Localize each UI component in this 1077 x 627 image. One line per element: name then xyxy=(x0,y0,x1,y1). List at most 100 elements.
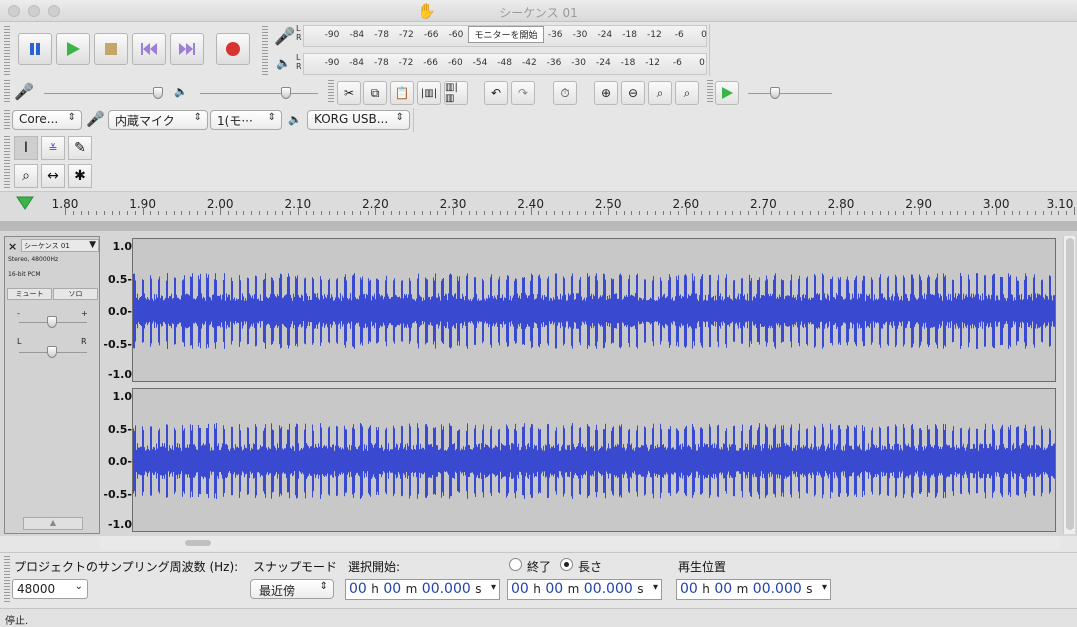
play-head-icon[interactable] xyxy=(16,196,34,210)
paste-button[interactable]: 📋 xyxy=(390,81,414,105)
ruler-tick xyxy=(965,211,967,215)
start-monitoring-button[interactable]: モニターを開始 xyxy=(468,26,544,43)
play-button[interactable] xyxy=(56,33,90,65)
tools-toolbar-grip[interactable] xyxy=(4,136,10,188)
time-shift-tool[interactable]: ↔ xyxy=(41,164,65,188)
ruler-tick xyxy=(119,211,121,215)
ruler-tick xyxy=(833,211,835,215)
meter-tick: -6 xyxy=(674,30,684,40)
selection-tool[interactable]: I xyxy=(14,136,38,160)
play-at-speed-grip[interactable] xyxy=(707,80,713,104)
input-volume-slider[interactable] xyxy=(153,87,163,99)
horizontal-scroll-thumb[interactable] xyxy=(185,540,211,546)
ruler-tick xyxy=(235,211,237,215)
waveform-left-channel[interactable] xyxy=(132,238,1056,382)
ruler-tick xyxy=(80,211,82,215)
ruler-tick xyxy=(755,211,757,215)
waveform-right-channel[interactable] xyxy=(132,388,1056,532)
stop-button[interactable] xyxy=(94,33,128,65)
trim-button[interactable]: |▥| xyxy=(417,81,441,105)
trim-icon: |▥| xyxy=(420,87,438,99)
playback-meter[interactable]: -90 -84 -78 -72 -66 -60 -54 -48 -42 -36 -30 -24 -18-… xyxy=(303,53,707,75)
pause-button[interactable] xyxy=(18,33,52,65)
undo-button[interactable]: ↶ xyxy=(484,81,508,105)
play-speed-slider[interactable] xyxy=(770,87,780,99)
triangle-down-icon: ▾ xyxy=(821,582,827,593)
ruler-tick xyxy=(561,211,563,215)
zoom-in-button[interactable]: ⊕ xyxy=(594,81,618,105)
redo-button[interactable]: ↷ xyxy=(511,81,535,105)
zoom-tool[interactable]: ⌕ xyxy=(14,164,38,188)
envelope-tool[interactable]: ≚ xyxy=(41,136,65,160)
amplitude-scale-label: 0.0- xyxy=(107,305,132,318)
collapse-track-button[interactable]: ▲ xyxy=(23,517,83,530)
skip-to-start-button[interactable] xyxy=(132,33,166,65)
ruler-tick xyxy=(305,211,307,215)
copy-button[interactable]: ⧉ xyxy=(363,81,387,105)
audio-position-time[interactable]: 00 h 00 m 00.000 s ▾ xyxy=(676,579,831,600)
ruler-tick xyxy=(553,211,555,215)
solo-button[interactable]: ソロ xyxy=(53,288,98,300)
track-bitdepth: 16-bit PCM xyxy=(8,271,41,278)
playback-device-select[interactable]: KORG USB... ⇕ xyxy=(307,110,410,130)
ruler-tick xyxy=(103,211,105,215)
ruler-tick xyxy=(639,211,641,215)
sync-lock-button[interactable]: ⏱ xyxy=(553,81,577,105)
title-bar: ✋ シーケンス 01 xyxy=(0,0,1077,22)
input-volume-track xyxy=(44,93,162,94)
skip-to-end-button[interactable] xyxy=(170,33,204,65)
edit-toolbar-grip[interactable] xyxy=(328,80,334,104)
zoom-out-button[interactable]: ⊖ xyxy=(621,81,645,105)
microphone-icon: 🎤 xyxy=(86,110,105,128)
ruler-tick xyxy=(1035,211,1036,215)
ruler-tick xyxy=(763,207,765,215)
mute-button[interactable]: ミュート xyxy=(7,288,52,300)
project-rate-combo[interactable]: 48000 ⌄ xyxy=(12,579,88,599)
cut-button[interactable]: ✂ xyxy=(337,81,361,105)
ruler-tick xyxy=(786,211,788,215)
multi-tool[interactable]: ✱ xyxy=(68,164,92,188)
draw-tool[interactable]: ✎ xyxy=(68,136,92,160)
amplitude-scale-label: 0.5- xyxy=(107,422,132,436)
track-name-menu[interactable]: シーケンス 01 ▼ xyxy=(21,239,99,252)
ruler-tick xyxy=(654,211,656,215)
meter-tick: -90 xyxy=(324,30,340,40)
close-track-icon[interactable]: × xyxy=(8,240,17,253)
ruler-tick xyxy=(623,211,625,215)
gain-slider[interactable] xyxy=(47,316,57,328)
fit-project-button[interactable]: ⌕ xyxy=(675,81,699,105)
length-radio[interactable] xyxy=(560,558,573,571)
chevron-down-icon: ⌄ xyxy=(74,581,83,592)
asterisk-icon: ✱ xyxy=(74,168,86,184)
pan-slider[interactable] xyxy=(47,346,57,358)
audio-host-select[interactable]: Core... ⇕ xyxy=(12,110,82,130)
mixer-toolbar-grip[interactable] xyxy=(4,80,10,104)
selection-start-time[interactable]: 00 h 00 m 00.000 s ▾ xyxy=(345,579,500,600)
device-toolbar-grip[interactable] xyxy=(4,110,10,130)
i-beam-icon: I xyxy=(23,140,29,156)
ruler-tick xyxy=(484,211,486,215)
selection-toolbar-grip[interactable] xyxy=(4,556,10,604)
snap-mode-select[interactable]: 最近傍 ⇕ xyxy=(250,579,334,599)
vertical-scroll-thumb[interactable] xyxy=(1066,238,1074,530)
undo-icon: ↶ xyxy=(490,86,502,100)
recording-device-select[interactable]: 内蔵マイク ⇕ xyxy=(108,110,208,130)
ruler-tick xyxy=(88,211,90,215)
end-radio[interactable] xyxy=(509,558,522,571)
fit-selection-button[interactable]: ⌕ xyxy=(648,81,672,105)
selection-length-time[interactable]: 00 h 00 m 00.000 s ▾ xyxy=(507,579,662,600)
horizontal-scrollbar[interactable] xyxy=(100,536,1060,550)
toolbar-grip[interactable] xyxy=(4,26,10,76)
track-control-panel[interactable]: × シーケンス 01 ▼ Stereo, 48000Hz 16-bit PCM ミ… xyxy=(4,236,100,534)
timeline-ruler[interactable]: 1.80 1.90 2.00 2.10 2.20 2.30 2.40 2.50 2.60 2.70… xyxy=(0,191,1077,221)
silence-button[interactable]: ▥|▥ xyxy=(444,81,468,105)
vertical-scrollbar[interactable] xyxy=(1063,236,1075,534)
ruler-tick xyxy=(957,211,959,215)
meter-toolbar-grip[interactable] xyxy=(262,26,268,76)
triangle-down-icon: ▾ xyxy=(652,582,658,593)
play-at-speed-button[interactable] xyxy=(715,81,739,105)
record-button[interactable] xyxy=(216,33,250,65)
output-volume-slider[interactable] xyxy=(281,87,291,99)
recording-channels-select[interactable]: 1(モ··· ⇕ xyxy=(210,110,282,130)
ruler-tick xyxy=(142,207,144,215)
